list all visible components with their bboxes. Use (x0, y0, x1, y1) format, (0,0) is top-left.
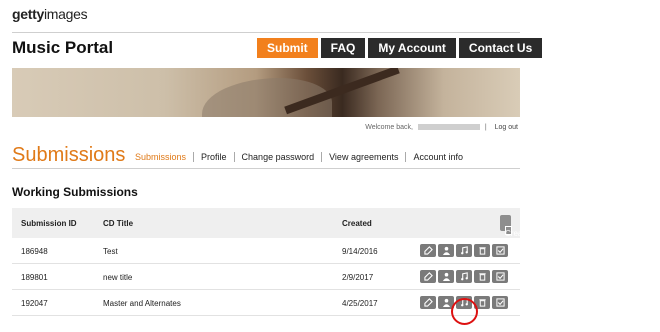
section-title: Working Submissions (12, 185, 138, 199)
table-row: 186948 Test 9/14/2016 (12, 238, 520, 264)
create-submission-button[interactable]: Create Submission (500, 215, 546, 254)
redacted-username (417, 124, 480, 131)
user-icon[interactable] (438, 270, 454, 283)
trash-icon[interactable] (474, 270, 490, 283)
top-divider (12, 32, 520, 33)
cell-title: Master and Alternates (103, 299, 181, 308)
contact-us-button[interactable]: Contact Us (458, 38, 543, 58)
cell-id: 192047 (21, 299, 48, 308)
page-title: Submissions (12, 144, 126, 166)
table-header: Submission ID CD Title Created Create Su… (12, 208, 546, 254)
checkbox-icon[interactable] (492, 244, 508, 257)
cell-id: 186948 (21, 247, 48, 256)
edit-icon[interactable] (420, 244, 436, 257)
cell-title: Test (103, 247, 118, 256)
music-icon[interactable] (456, 244, 472, 257)
checkbox-icon[interactable] (492, 270, 508, 283)
welcome-text: Welcome back, (365, 124, 413, 131)
cell-title: new title (103, 273, 133, 282)
hero-banner-image (12, 68, 520, 117)
table-row: 189801 new title 2/9/2017 (12, 264, 520, 290)
submissions-table: Submission ID CD Title Created Create Su… (12, 208, 546, 316)
music-icon[interactable] (456, 270, 472, 283)
main-nav: Submit FAQ My Account Contact Us (257, 38, 543, 58)
red-circle-annotation (451, 298, 478, 325)
my-account-button[interactable]: My Account (368, 38, 456, 58)
header-submission-id: Submission ID (21, 219, 77, 228)
table-row: 192047 Master and Alternates 4/25/2017 (12, 290, 520, 316)
cell-created: 9/14/2016 (342, 247, 378, 256)
welcome-bar: Welcome back, | Log out (365, 124, 518, 131)
row-actions (420, 244, 508, 257)
divider: | (484, 124, 487, 131)
edit-icon[interactable] (420, 270, 436, 283)
header-cd-title: CD Title (103, 219, 134, 228)
sub-navigation: Submissions Profile Change password View… (135, 152, 470, 162)
trash-icon[interactable] (474, 244, 490, 257)
row-actions (420, 270, 508, 283)
cell-id: 189801 (21, 273, 48, 282)
logout-link[interactable]: Log out (495, 124, 518, 131)
subnav-profile[interactable]: Profile (193, 152, 234, 162)
subnav-change-password[interactable]: Change password (233, 152, 322, 162)
header-created: Created (342, 219, 372, 228)
checkbox-icon[interactable] (492, 296, 508, 309)
portal-title: Music Portal (12, 38, 114, 57)
faq-button[interactable]: FAQ (320, 38, 366, 58)
submit-button[interactable]: Submit (257, 38, 318, 58)
cell-created: 4/25/2017 (342, 299, 378, 308)
user-icon[interactable] (438, 244, 454, 257)
subnav-account-info[interactable]: Account info (405, 152, 470, 162)
subnav-divider (12, 168, 520, 169)
cell-created: 2/9/2017 (342, 273, 374, 282)
edit-icon[interactable] (420, 296, 436, 309)
subnav-view-agreements[interactable]: View agreements (321, 152, 405, 162)
subnav-submissions[interactable]: Submissions (135, 152, 193, 162)
gettyimages-logo[interactable]: gettyimages (12, 6, 88, 22)
